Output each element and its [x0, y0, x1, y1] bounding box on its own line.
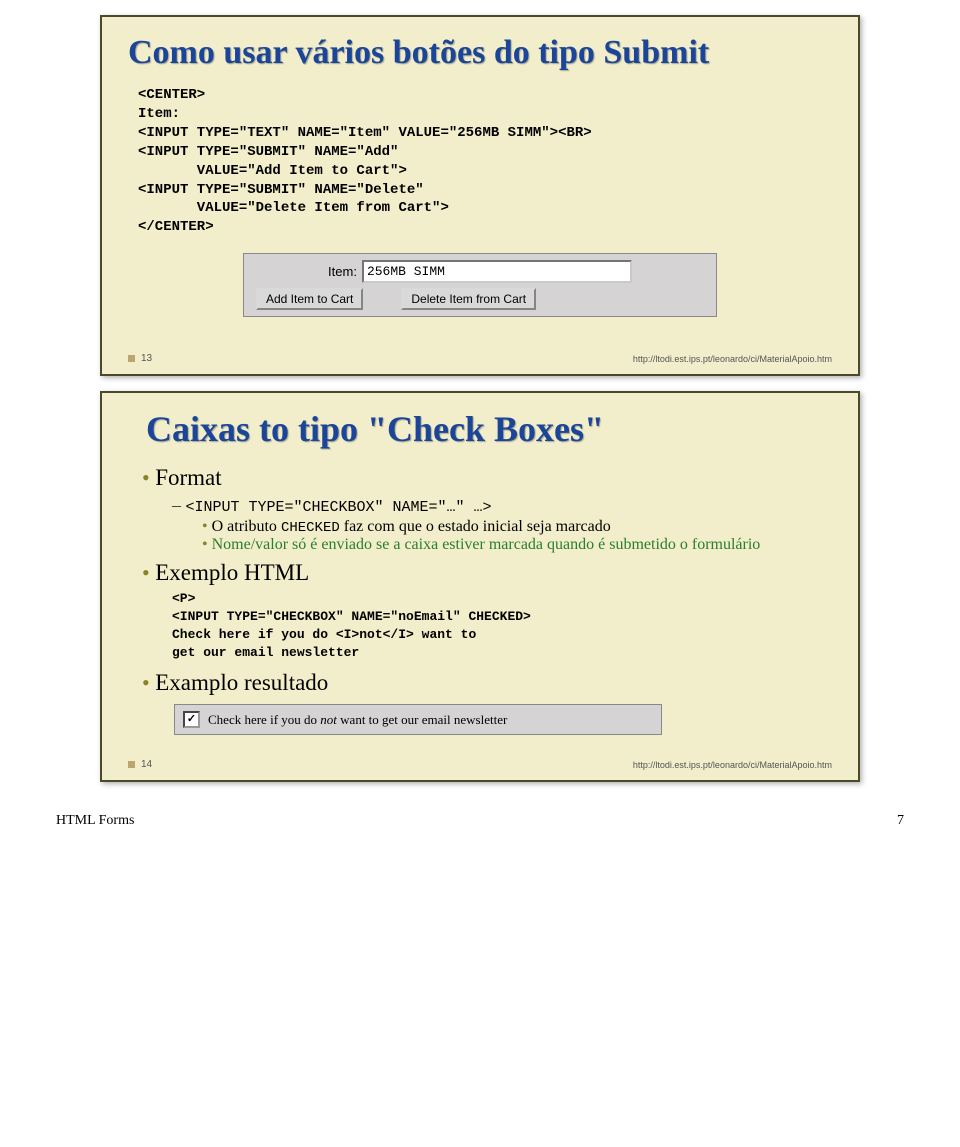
checkbox-label: Check here if you do not want to get our…: [208, 712, 507, 728]
slide-marker-icon: [128, 761, 135, 768]
bullet-example-html-label: Exemplo HTML: [155, 560, 309, 585]
bullet-example-html: Exemplo HTML <P> <INPUT TYPE="CHECKBOX" …: [142, 560, 832, 663]
checkbox-label-em: not: [320, 712, 337, 727]
code-block-1: <CENTER> Item: <INPUT TYPE="TEXT" NAME="…: [138, 86, 832, 237]
sub-format-code: <INPUT TYPE="CHECKBOX" NAME="…" …> O atr…: [172, 495, 832, 554]
bullet-format: Format <INPUT TYPE="CHECKBOX" NAME="…" ……: [142, 465, 832, 554]
page-footer-right: 7: [897, 813, 904, 829]
check-mark-icon: ✓: [187, 714, 196, 725]
item-row: Item:: [250, 260, 710, 283]
slide-1: Como usar vários botões do tipo Submit <…: [100, 15, 860, 376]
slide-2: Caixas to tipo "Check Boxes" Format <INP…: [100, 391, 860, 782]
checkbox-label-post: want to get our email newsletter: [337, 712, 507, 727]
slide-marker-icon: [128, 355, 135, 362]
checked-keyword: CHECKED: [281, 520, 340, 536]
slide-footer-2: 14 http://ltodi.est.ips.pt/leonardo/ci/M…: [128, 759, 832, 770]
button-row: Add Item to Cart Delete Item from Cart: [250, 288, 710, 310]
delete-from-cart-button[interactable]: Delete Item from Cart: [401, 288, 536, 310]
slide-number-2: 14: [141, 759, 152, 770]
form-sample-1: Item: Add Item to Cart Delete Item from …: [243, 253, 717, 317]
slide-number-1: 13: [141, 353, 152, 364]
page-footer-left: HTML Forms: [56, 813, 134, 829]
slide-footer-1: 13 http://ltodi.est.ips.pt/leonardo/ci/M…: [128, 353, 832, 364]
bullet-result-label: Examplo resultado: [155, 670, 328, 695]
slide-url-2: http://ltodi.est.ips.pt/leonardo/ci/Mate…: [633, 760, 832, 770]
sub-name-value-note: Nome/valor só é enviado se a caixa estiv…: [202, 536, 832, 554]
add-to-cart-button[interactable]: Add Item to Cart: [256, 288, 363, 310]
bullet-result: Examplo resultado ✓ Check here if you do…: [142, 670, 832, 735]
item-input[interactable]: [362, 260, 632, 283]
slide-title-1: Como usar vários botões do tipo Submit: [128, 33, 832, 72]
code-block-2: <P> <INPUT TYPE="CHECKBOX" NAME="noEmail…: [172, 590, 832, 663]
checkbox-label-pre: Check here if you do: [208, 712, 320, 727]
sub-checked-note: O atributo CHECKED faz com que o estado …: [202, 518, 832, 536]
checkbox-sample: ✓ Check here if you do not want to get o…: [174, 704, 662, 735]
bullet-list: Format <INPUT TYPE="CHECKBOX" NAME="…" ……: [142, 465, 832, 736]
checked-note-pre: O atributo: [212, 518, 281, 535]
bullet-format-label: Format: [155, 465, 221, 490]
checkbox-icon[interactable]: ✓: [183, 711, 200, 728]
page-footer: HTML Forms 7: [0, 797, 960, 839]
item-label: Item:: [328, 264, 357, 279]
slide-url-1: http://ltodi.est.ips.pt/leonardo/ci/Mate…: [633, 354, 832, 364]
slide-title-2: Caixas to tipo "Check Boxes": [146, 409, 832, 450]
format-code-snippet: <INPUT TYPE="CHECKBOX" NAME="…" …>: [186, 499, 492, 516]
checked-note-post: faz com que o estado inicial seja marcad…: [340, 518, 611, 535]
